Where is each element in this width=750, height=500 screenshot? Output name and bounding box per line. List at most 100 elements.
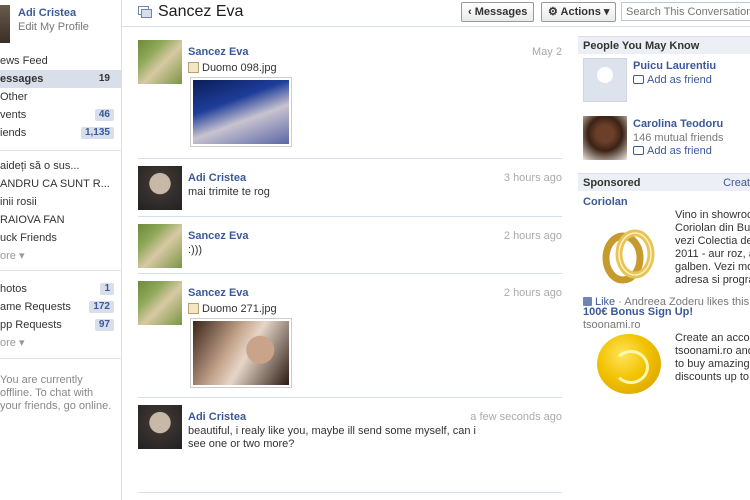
- photos-count-badge: 1: [100, 283, 114, 295]
- sidebar-group[interactable]: aideți să o sus...: [0, 157, 122, 175]
- add-friend-icon: [633, 75, 644, 84]
- add-friend-link[interactable]: Add as friend: [633, 145, 712, 157]
- sender-avatar[interactable]: [138, 281, 182, 325]
- message-sender[interactable]: Sancez Eva: [188, 46, 249, 58]
- attachment-image: [193, 321, 289, 385]
- person-name[interactable]: Puicu Laurentiu: [633, 60, 716, 72]
- sidebar-item-label: hotos: [0, 283, 27, 295]
- sidebar-item-messages[interactable]: essages 19: [0, 70, 122, 88]
- sidebar-item-other[interactable]: Other: [0, 88, 122, 106]
- sidebar-divider: [0, 358, 122, 359]
- profile-name[interactable]: Adi Cristea: [18, 7, 76, 19]
- edit-profile-link[interactable]: Edit My Profile: [18, 21, 89, 33]
- sidebar-apps-more[interactable]: ore ▾: [0, 334, 122, 352]
- attachment-link[interactable]: Duomo 271.jpg: [188, 303, 277, 315]
- ad-body[interactable]: Vino in showroom- Coriolan din Bucur vez…: [675, 209, 750, 287]
- ad-tsoonami: 100€ Bonus Sign Up! tsoonami.ro Create a…: [583, 306, 750, 406]
- header-divider: [122, 26, 750, 27]
- conversation-title: Sancez Eva: [158, 3, 244, 20]
- sidebar-divider: [0, 150, 122, 151]
- messages-count-badge: 19: [98, 73, 110, 84]
- attachment-thumbnail[interactable]: [190, 318, 292, 388]
- conversation-icon: [138, 6, 152, 18]
- search-conversation-input[interactable]: [621, 2, 750, 21]
- section-title: Sponsored: [583, 177, 641, 189]
- sidebar-groups-more[interactable]: ore ▾: [0, 247, 122, 265]
- ad-title[interactable]: Coriolan: [583, 196, 628, 208]
- sidebar-group[interactable]: RAIOVA FAN: [0, 211, 122, 229]
- sidebar-item-photos[interactable]: hotos 1: [0, 280, 122, 298]
- message-sender[interactable]: Adi Cristea: [188, 172, 246, 184]
- reply-box-top: [138, 492, 562, 493]
- message-item: Adi Cristea 3 hours ago mai trimite te r…: [138, 166, 562, 216]
- sender-avatar[interactable]: [138, 166, 182, 210]
- file-icon: [188, 62, 199, 73]
- person-avatar[interactable]: [583, 116, 627, 160]
- message-sender[interactable]: Adi Cristea: [188, 411, 246, 423]
- profile-block: Adi Cristea Edit My Profile: [0, 3, 122, 43]
- attachment-name: Duomo 098.jpg: [202, 62, 277, 74]
- sidebar-item-game-requests[interactable]: ame Requests 172: [0, 298, 122, 316]
- ad-title[interactable]: 100€ Bonus Sign Up!: [583, 306, 693, 318]
- message-item: Sancez Eva 2 hours ago Duomo 271.jpg: [138, 281, 562, 393]
- message-time: 2 hours ago: [503, 287, 562, 299]
- sidebar-group-label: ANDRU CA SUNT R...: [0, 178, 110, 190]
- attachment-link[interactable]: Duomo 098.jpg: [188, 62, 277, 74]
- mutual-friends[interactable]: 146 mutual friends: [633, 132, 724, 144]
- message-sender[interactable]: Sancez Eva: [188, 287, 249, 299]
- attachment-name: Duomo 271.jpg: [202, 303, 277, 315]
- left-sidebar: Adi Cristea Edit My Profile ews Feed ess…: [0, 0, 122, 500]
- person-name[interactable]: Carolina Teodoru: [633, 118, 723, 130]
- profile-avatar[interactable]: [0, 5, 10, 43]
- sidebar-item-label: ame Requests: [0, 301, 71, 313]
- person-avatar[interactable]: [583, 58, 627, 102]
- game-requests-count-badge: 172: [89, 301, 114, 313]
- sender-avatar[interactable]: [138, 224, 182, 268]
- sidebar-divider: [0, 270, 122, 271]
- friends-count-badge: 1,135: [80, 127, 114, 139]
- tsoonami-logo-image[interactable]: [597, 334, 661, 394]
- ad-body[interactable]: Create an account tsoonami.ro and g to b…: [675, 332, 750, 384]
- add-friend-link[interactable]: Add as friend: [633, 74, 712, 86]
- message-time: 3 hours ago: [503, 172, 562, 184]
- actions-button[interactable]: ⚙ Actions ▾: [541, 2, 617, 22]
- sidebar-item-label: iends: [0, 127, 27, 139]
- sender-avatar[interactable]: [138, 405, 182, 449]
- sidebar-item-label: essages: [0, 73, 44, 85]
- message-item: Sancez Eva May 2 Duomo 098.jpg: [138, 40, 562, 152]
- message-divider: [138, 216, 562, 217]
- people-you-may-know-header: People You May Know: [578, 36, 750, 54]
- create-ad-link[interactable]: Creat: [723, 174, 750, 191]
- ad-url: tsoonami.ro: [583, 319, 641, 331]
- ad-coriolan: Coriolan Vino in showroom- Coriolan din …: [583, 196, 750, 316]
- message-divider: [138, 158, 562, 159]
- suggested-person: Puicu Laurentiu Add as friend: [583, 58, 750, 108]
- sidebar-item-news-feed[interactable]: ews Feed: [0, 52, 122, 70]
- file-icon: [188, 303, 199, 314]
- sidebar-item-app-requests[interactable]: pp Requests 97: [0, 316, 122, 334]
- app-requests-count-badge: 97: [94, 319, 114, 331]
- section-title: People You May Know: [583, 40, 700, 52]
- events-count-badge: 46: [94, 109, 114, 121]
- message-time: 2 hours ago: [503, 230, 562, 242]
- attachment-image: [193, 80, 289, 144]
- message-time: May 2: [532, 46, 562, 58]
- sender-avatar[interactable]: [138, 40, 182, 84]
- sidebar-group-label: inii rosii: [0, 196, 37, 208]
- sidebar-item-events[interactable]: vents 46: [0, 106, 122, 124]
- attachment-thumbnail[interactable]: [190, 77, 292, 147]
- sidebar-item-friends[interactable]: iends 1,135: [0, 124, 122, 142]
- more-label: ore ▾: [0, 250, 25, 262]
- sidebar-item-label: vents: [0, 109, 27, 121]
- sidebar-item-label: pp Requests: [0, 319, 62, 331]
- sidebar-group[interactable]: uck Friends: [0, 229, 122, 247]
- like-thumb-icon: [583, 297, 592, 306]
- message-sender[interactable]: Sancez Eva: [188, 230, 249, 242]
- suggested-person: Carolina Teodoru 146 mutual friends Add …: [583, 116, 750, 166]
- sidebar-group[interactable]: ANDRU CA SUNT R...: [0, 175, 122, 193]
- back-to-messages-button[interactable]: ‹ Messages: [461, 2, 535, 22]
- message-item: Adi Cristea a few seconds ago beautiful,…: [138, 405, 562, 465]
- ring-image[interactable]: [599, 224, 657, 284]
- add-friend-label: Add as friend: [647, 145, 712, 157]
- sidebar-group[interactable]: inii rosii: [0, 193, 122, 211]
